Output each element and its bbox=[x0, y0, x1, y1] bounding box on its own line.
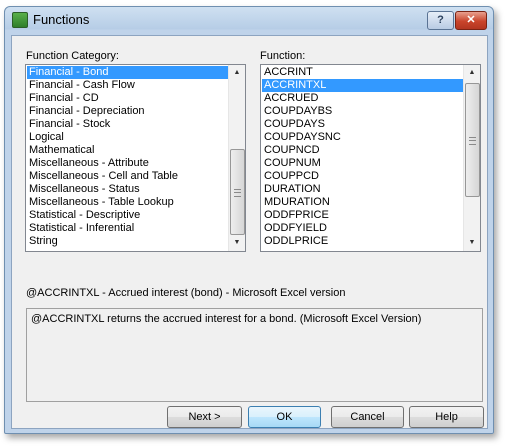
category-list-item[interactable]: Miscellaneous - Status bbox=[27, 183, 228, 196]
function-list-item[interactable]: ODDFPRICE bbox=[262, 209, 463, 222]
dialog-body: Function Category: Function: Financial -… bbox=[11, 35, 488, 429]
scroll-up-arrow-icon[interactable]: ▲ bbox=[229, 65, 245, 81]
function-list-item[interactable]: ACCRUED bbox=[262, 92, 463, 105]
ok-button[interactable]: OK bbox=[248, 406, 321, 428]
scroll-thumb[interactable] bbox=[465, 83, 480, 197]
category-list-item[interactable]: Logical bbox=[27, 131, 228, 144]
function-list-item[interactable]: ODDFYIELD bbox=[262, 222, 463, 235]
help-button[interactable]: Help bbox=[409, 406, 484, 428]
app-icon bbox=[12, 12, 28, 28]
function-category-list[interactable]: Financial - Bond Financial - Cash Flow Fin… bbox=[25, 64, 246, 252]
function-list-item[interactable]: COUPNCD bbox=[262, 144, 463, 157]
category-list-item[interactable]: Miscellaneous - Attribute bbox=[27, 157, 228, 170]
function-list-item[interactable]: MDURATION bbox=[262, 196, 463, 209]
category-list-item[interactable]: Financial - Stock bbox=[27, 118, 228, 131]
category-list-item[interactable]: Mathematical bbox=[27, 144, 228, 157]
help-title-button[interactable]: ? bbox=[427, 11, 454, 30]
function-list-item[interactable]: COUPDAYBS bbox=[262, 105, 463, 118]
window-title: Functions bbox=[33, 12, 90, 27]
scroll-down-arrow-icon[interactable]: ▼ bbox=[229, 235, 245, 251]
category-items: Financial - Bond Financial - Cash Flow Fin… bbox=[27, 66, 228, 248]
function-list-item[interactable]: ACCRINT bbox=[262, 66, 463, 79]
category-list-item[interactable]: Miscellaneous - Cell and Table bbox=[27, 170, 228, 183]
next-button[interactable]: Next > bbox=[167, 406, 242, 428]
scroll-down-arrow-icon[interactable]: ▼ bbox=[464, 235, 480, 251]
category-list-item[interactable]: Miscellaneous - Table Lookup bbox=[27, 196, 228, 209]
category-list-item[interactable]: Financial - CD bbox=[27, 92, 228, 105]
function-list-item[interactable]: COUPPCD bbox=[262, 170, 463, 183]
category-list-item[interactable]: Statistical - Descriptive bbox=[27, 209, 228, 222]
function-list[interactable]: ACCRINT ACCRINTXL ACCRUED COUPDAYBS COUPDAYS… bbox=[260, 64, 481, 252]
function-category-label: Function Category: bbox=[26, 50, 119, 62]
close-button[interactable]: ✕ bbox=[455, 11, 487, 30]
function-list-item[interactable]: COUPDAYSNC bbox=[262, 131, 463, 144]
category-list-item[interactable]: Statistical - Inferential bbox=[27, 222, 228, 235]
function-items: ACCRINT ACCRINTXL ACCRUED COUPDAYBS COUPDAYS… bbox=[262, 66, 463, 248]
title-bar[interactable]: Functions ? ✕ bbox=[5, 7, 493, 33]
function-list-item[interactable]: COUPDAYS bbox=[262, 118, 463, 131]
function-description-box: @ACCRINTXL returns the accrued interest … bbox=[26, 308, 483, 402]
function-list-item[interactable]: COUPNUM bbox=[262, 157, 463, 170]
function-list-item[interactable]: DURATION bbox=[262, 183, 463, 196]
function-scrollbar[interactable]: ▲ ▼ bbox=[463, 65, 480, 251]
cancel-button[interactable]: Cancel bbox=[331, 406, 404, 428]
function-label: Function: bbox=[260, 50, 306, 62]
functions-dialog: Functions ? ✕ Function Category: Functio… bbox=[4, 6, 494, 434]
category-list-item[interactable]: Financial - Depreciation bbox=[27, 105, 228, 118]
category-scrollbar[interactable]: ▲ ▼ bbox=[228, 65, 245, 251]
scroll-up-arrow-icon[interactable]: ▲ bbox=[464, 65, 480, 81]
function-list-item[interactable]: ACCRINTXL bbox=[262, 79, 463, 92]
category-list-item[interactable]: String bbox=[27, 235, 228, 248]
function-description: @ACCRINTXL returns the accrued interest … bbox=[31, 313, 422, 325]
category-list-item[interactable]: Financial - Bond bbox=[27, 66, 228, 79]
category-list-item[interactable]: Financial - Cash Flow bbox=[27, 79, 228, 92]
scroll-thumb[interactable] bbox=[230, 149, 245, 235]
function-list-item[interactable]: ODDLPRICE bbox=[262, 235, 463, 248]
function-syntax: @ACCRINTXL - Accrued interest (bond) - M… bbox=[26, 287, 346, 299]
